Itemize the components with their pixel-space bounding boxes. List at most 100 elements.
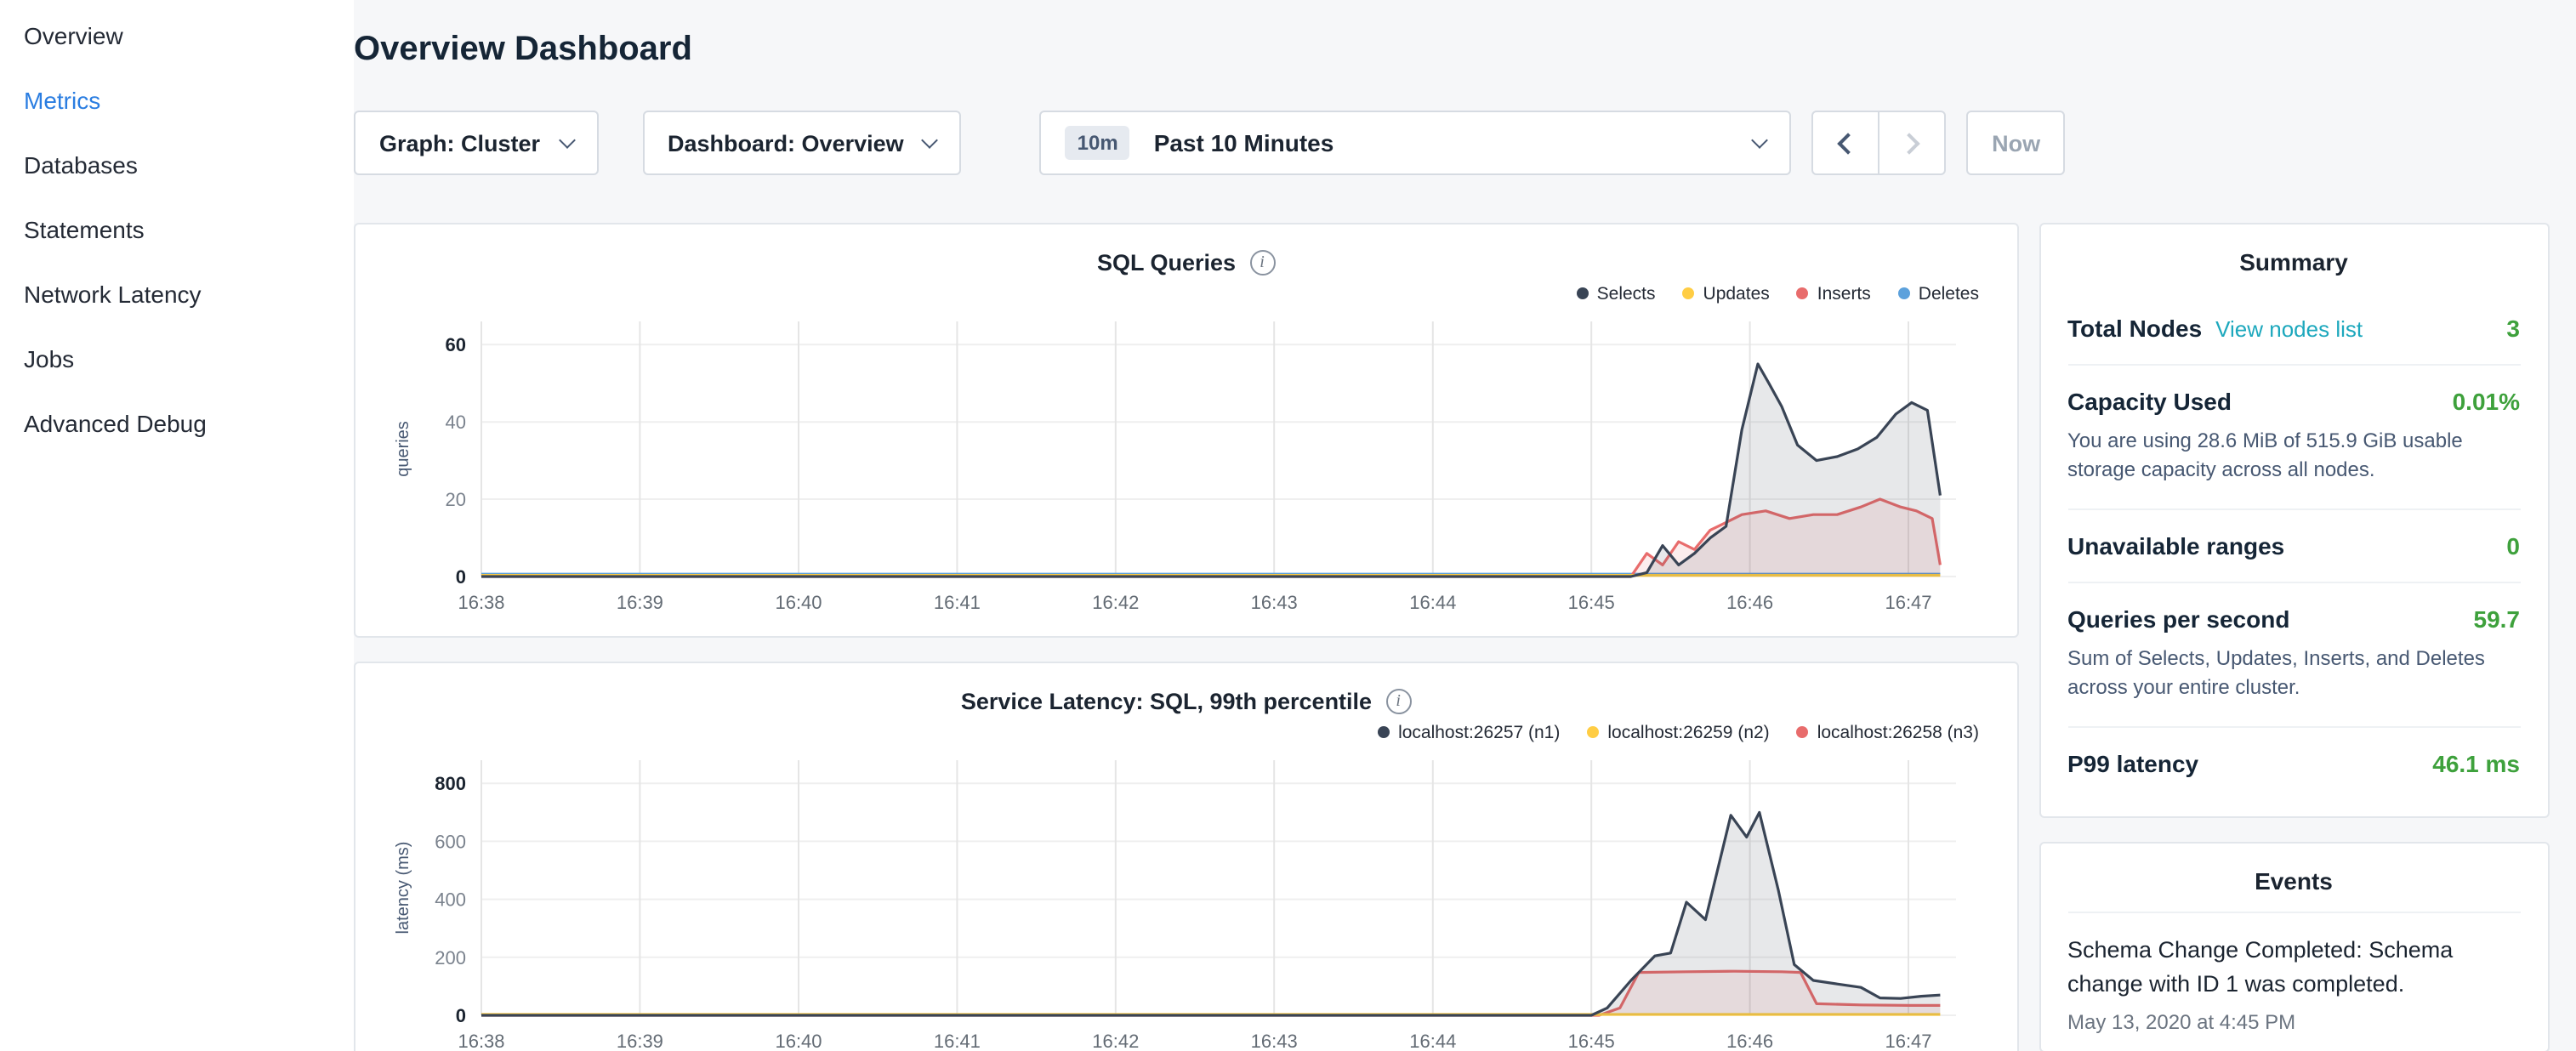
time-range-label: Past 10 Minutes xyxy=(1154,129,1334,156)
graph-dropdown-label: Graph: Cluster xyxy=(379,130,540,156)
legend-dot-icon xyxy=(1683,287,1695,299)
events-title: Events xyxy=(2067,866,2520,912)
sql-queries-chart-card: SQL Queries i Selects Updates Inserts Delet… xyxy=(354,223,2018,638)
legend-item-localhost-26257-n1-[interactable]: localhost:26257 (n1) xyxy=(1378,722,1560,742)
sidebar-item-statements[interactable]: Statements xyxy=(24,197,354,262)
chart-legend: localhost:26257 (n1) localhost:26259 (n2)… xyxy=(383,718,1989,747)
service-latency-chart-card: Service Latency: SQL, 99th percentile i … xyxy=(354,662,2018,1051)
info-icon[interactable]: i xyxy=(1385,688,1411,713)
legend-label: localhost:26258 (n3) xyxy=(1817,722,1979,742)
events-panel: Events Schema Change Completed: Schema c… xyxy=(2039,841,2549,1051)
summary-item-value: 59.7 xyxy=(2474,605,2521,633)
legend-item-selects[interactable]: Selects xyxy=(1577,283,1656,304)
svg-text:16:40: 16:40 xyxy=(775,1031,822,1051)
summary-item-value: 3 xyxy=(2506,315,2520,342)
summary-item-value: 0 xyxy=(2506,532,2520,560)
event-timestamp: May 13, 2020 at 4:45 PM xyxy=(2067,1010,2520,1034)
legend-dot-icon xyxy=(1587,726,1599,738)
legend-dot-icon xyxy=(1577,287,1589,299)
legend-dot-icon xyxy=(1797,287,1809,299)
chart-title: SQL Queries xyxy=(1097,249,1236,275)
dashboard-body: SQL Queries i Selects Updates Inserts Delet… xyxy=(354,223,2549,1051)
legend-item-deletes[interactable]: Deletes xyxy=(1898,283,1979,304)
legend-label: Updates xyxy=(1703,283,1770,304)
summary-item-description: Sum of Selects, Updates, Inserts, and De… xyxy=(2067,645,2520,704)
chart-title-row: Service Latency: SQL, 99th percentile i xyxy=(383,684,1989,718)
chevron-down-icon xyxy=(922,131,939,148)
sidebar-item-network-latency[interactable]: Network Latency xyxy=(24,262,354,327)
svg-text:16:47: 16:47 xyxy=(1885,592,1931,613)
time-next-button[interactable] xyxy=(1879,111,1947,175)
event-item[interactable]: Schema Change Completed: Schema change w… xyxy=(2067,912,2520,1034)
svg-text:16:38: 16:38 xyxy=(458,1031,504,1051)
svg-text:16:41: 16:41 xyxy=(934,1031,981,1051)
svg-text:16:46: 16:46 xyxy=(1726,592,1773,613)
svg-text:16:44: 16:44 xyxy=(1409,592,1456,613)
chart-title: Service Latency: SQL, 99th percentile xyxy=(961,688,1372,713)
legend-item-inserts[interactable]: Inserts xyxy=(1797,283,1871,304)
svg-text:16:39: 16:39 xyxy=(617,592,663,613)
summary-item: Total NodesView nodes list3 xyxy=(2067,293,2520,364)
svg-text:16:45: 16:45 xyxy=(1568,1031,1615,1051)
summary-item: Queries per second59.7Sum of Selects, Up… xyxy=(2067,582,2520,726)
legend-item-localhost-26258-n3-[interactable]: localhost:26258 (n3) xyxy=(1797,722,1979,742)
summary-item: Unavailable ranges 0 xyxy=(2067,508,2520,582)
svg-text:600: 600 xyxy=(435,831,466,852)
event-text: Schema Change Completed: Schema change w… xyxy=(2067,933,2520,1002)
events-items: Schema Change Completed: Schema change w… xyxy=(2067,912,2520,1034)
toolbar: Graph: Cluster Dashboard: Overview 10m P… xyxy=(354,111,2549,175)
page-title: Overview Dashboard xyxy=(354,31,2549,70)
svg-text:queries: queries xyxy=(394,421,412,477)
svg-text:0: 0 xyxy=(456,1005,466,1026)
svg-text:16:42: 16:42 xyxy=(1092,1031,1139,1051)
sidebar-item-metrics[interactable]: Metrics xyxy=(24,68,354,133)
svg-text:16:47: 16:47 xyxy=(1885,1031,1931,1051)
summary-item: P99 latency 46.1 ms xyxy=(2067,725,2520,798)
svg-text:200: 200 xyxy=(435,947,466,969)
svg-text:60: 60 xyxy=(446,334,466,355)
summary-title: Summary xyxy=(2067,248,2520,293)
legend-label: Selects xyxy=(1597,283,1656,304)
app-root: OverviewMetricsDatabasesStatementsNetwor… xyxy=(0,0,2576,1051)
time-range-picker[interactable]: 10m Past 10 Minutes xyxy=(1040,111,1792,175)
svg-text:16:42: 16:42 xyxy=(1092,592,1139,613)
chevron-down-icon xyxy=(558,131,575,148)
chevron-left-icon xyxy=(1838,132,1859,153)
sidebar-item-advanced-debug[interactable]: Advanced Debug xyxy=(24,391,354,456)
legend-dot-icon xyxy=(1797,726,1809,738)
sidebar-item-databases[interactable]: Databases xyxy=(24,133,354,197)
summary-item-label: Unavailable ranges xyxy=(2067,532,2284,560)
summary-item-value: 46.1 ms xyxy=(2432,749,2520,776)
service-latency-chart[interactable]: 020040060080016:3816:3916:4016:4116:4216… xyxy=(383,747,1980,1051)
svg-text:16:38: 16:38 xyxy=(458,592,504,613)
svg-text:20: 20 xyxy=(446,489,466,510)
summary-panel: Summary Total NodesView nodes list3Capac… xyxy=(2039,223,2549,817)
now-button[interactable]: Now xyxy=(1967,111,2066,175)
legend-item-localhost-26259-n2-[interactable]: localhost:26259 (n2) xyxy=(1587,722,1769,742)
summary-item-value: 0.01% xyxy=(2453,388,2520,415)
svg-text:16:41: 16:41 xyxy=(934,592,981,613)
right-sidebar: Summary Total NodesView nodes list3Capac… xyxy=(2039,223,2549,1051)
sidebar: OverviewMetricsDatabasesStatementsNetwor… xyxy=(0,0,354,1051)
svg-text:400: 400 xyxy=(435,889,466,911)
main-content: Overview Dashboard Graph: Cluster Dashbo… xyxy=(354,0,2576,1051)
svg-text:16:43: 16:43 xyxy=(1251,1031,1298,1051)
chevron-right-icon xyxy=(1899,132,1920,153)
series-area xyxy=(481,812,1940,1015)
sidebar-item-jobs[interactable]: Jobs xyxy=(24,327,354,391)
view-nodes-list-link[interactable]: View nodes list xyxy=(2215,316,2363,342)
svg-text:16:45: 16:45 xyxy=(1568,592,1615,613)
legend-item-updates[interactable]: Updates xyxy=(1683,283,1770,304)
info-icon[interactable]: i xyxy=(1249,249,1275,275)
dashboard-dropdown[interactable]: Dashboard: Overview xyxy=(642,111,962,175)
graph-dropdown[interactable]: Graph: Cluster xyxy=(354,111,598,175)
legend-label: localhost:26257 (n1) xyxy=(1398,722,1560,742)
summary-item-label: P99 latency xyxy=(2067,749,2198,776)
legend-dot-icon xyxy=(1898,287,1910,299)
svg-text:40: 40 xyxy=(446,412,466,433)
charts-column: SQL Queries i Selects Updates Inserts Delet… xyxy=(354,223,2018,1051)
sql-queries-chart[interactable]: 020406016:3816:3916:4016:4116:4216:4316:… xyxy=(383,308,1980,621)
svg-text:latency (ms): latency (ms) xyxy=(394,842,412,935)
sidebar-item-overview[interactable]: Overview xyxy=(24,3,354,68)
time-prev-button[interactable] xyxy=(1812,111,1880,175)
